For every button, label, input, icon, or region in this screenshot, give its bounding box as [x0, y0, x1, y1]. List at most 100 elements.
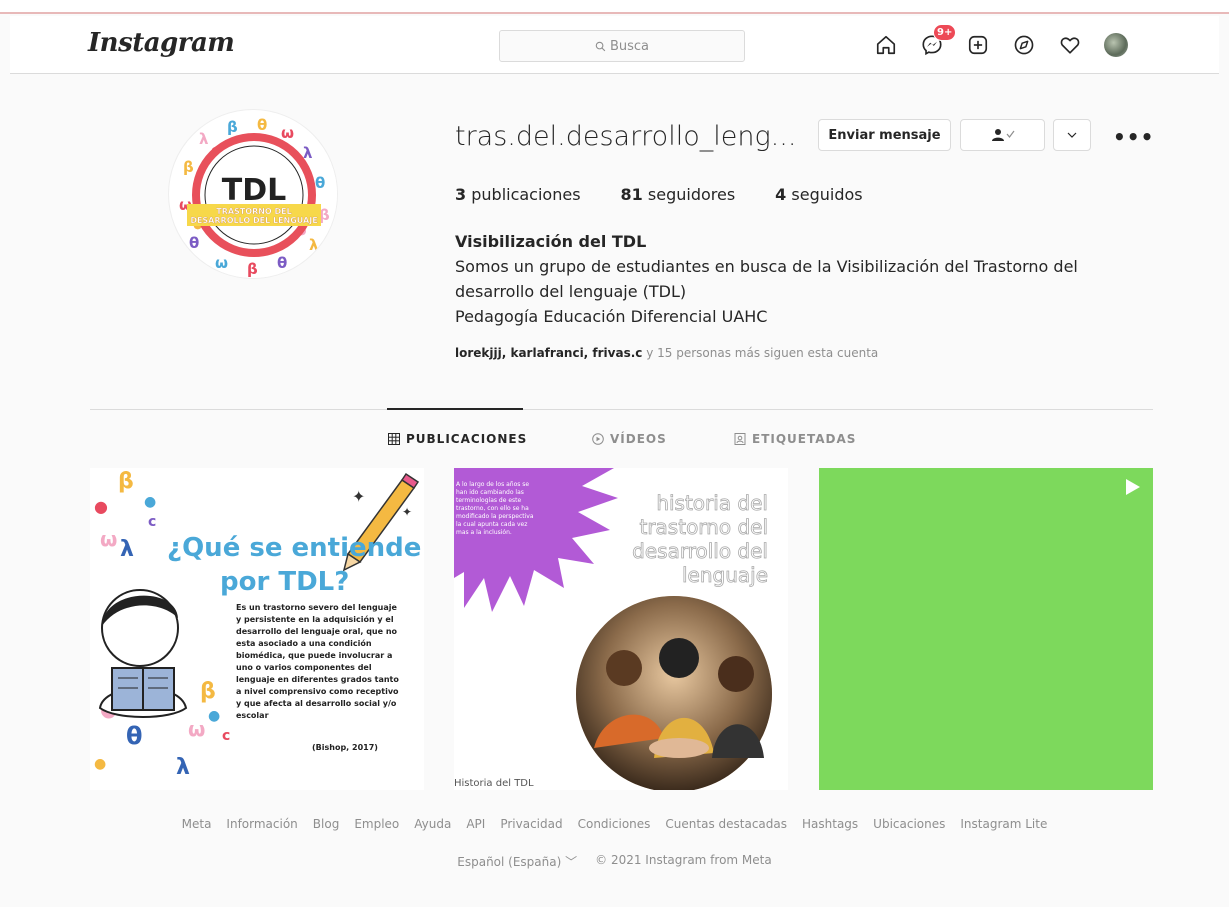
svg-text:β: β: [200, 679, 216, 704]
footer-link-jobs[interactable]: Empleo: [354, 817, 399, 831]
svg-text:y que afecta al desarrollo soc: y que afecta al desarrollo social y/o: [236, 699, 397, 708]
tdl-logo-image: λβ θω λβ θω βθ λω βθ ●● ●● TDL TRASTORNO…: [170, 111, 337, 278]
svg-text:mas a la inclusión.: mas a la inclusión.: [456, 529, 512, 536]
svg-text:lenguaje en diferentes grados: lenguaje en diferentes grados tanto: [236, 675, 399, 684]
footer-link-api[interactable]: API: [466, 817, 485, 831]
footer-link-terms[interactable]: Condiciones: [578, 817, 651, 831]
footer-link-meta[interactable]: Meta: [182, 817, 212, 831]
svg-text:A lo largo de los años se: A lo largo de los años se: [456, 481, 529, 488]
user-avatar[interactable]: [1104, 33, 1128, 57]
svg-text:ω: ω: [281, 124, 294, 142]
svg-text:●: ●: [208, 708, 220, 724]
profile-username: tras.del.desarrollo_leng...: [455, 121, 797, 152]
group-photo: [576, 596, 772, 790]
nav-icons: 9+: [874, 24, 1128, 60]
tabs-divider: [90, 409, 1153, 410]
svg-text:θ: θ: [257, 116, 267, 134]
svg-text:a nivel comprensivo como recep: a nivel comprensivo como receptivo: [236, 687, 399, 696]
active-tab-indicator: [387, 408, 523, 410]
post-thumbnail-video[interactable]: [819, 468, 1153, 790]
svg-text:✦: ✦: [352, 487, 365, 506]
footer-link-lite[interactable]: Instagram Lite: [960, 817, 1047, 831]
footer-link-info[interactable]: Información: [226, 817, 297, 831]
video-play-icon: [1126, 479, 1140, 495]
footer-link-locations[interactable]: Ubicaciones: [873, 817, 945, 831]
post-thumbnail[interactable]: A lo largo de los años se han ido cambia…: [454, 468, 788, 790]
svg-text:uno o varios componentes del: uno o varios componentes del: [236, 663, 372, 672]
more-options-icon[interactable]: •••: [1113, 125, 1154, 149]
svg-text:desarrollo del lenguaje oral,: desarrollo del lenguaje oral, que no: [236, 627, 398, 636]
svg-text:lenguaje: lenguaje: [682, 563, 768, 587]
tagged-icon: [734, 433, 746, 445]
notification-badge: 9+: [933, 24, 957, 41]
svg-text:θ: θ: [315, 174, 325, 192]
post-image-historia-tdl: A lo largo de los años se han ido cambia…: [454, 468, 788, 790]
svg-text:trastorno, con ello se ha: trastorno, con ello se ha: [456, 505, 529, 512]
instagram-logo[interactable]: Instagram: [88, 28, 235, 58]
bio-line: Somos un grupo de estudiantes en busca d…: [455, 257, 1078, 276]
followers-count[interactable]: 81 seguidores: [621, 185, 736, 204]
profile-picture[interactable]: λβ θω λβ θω βθ λω βθ ●● ●● TDL TRASTORNO…: [168, 109, 338, 279]
bio-line: Pedagogía Educación Diferencial UAHC: [455, 307, 768, 326]
home-icon[interactable]: [874, 33, 898, 57]
svg-text:historia del: historia del: [656, 491, 768, 515]
svg-text:ω: ω: [100, 527, 117, 551]
footer-link-blog[interactable]: Blog: [313, 817, 340, 831]
svg-text:esta asociado a una condición: esta asociado a una condición: [236, 638, 372, 648]
profile-tabs: PUBLICACIONES VÍDEOS ETIQUETADAS: [0, 432, 1229, 452]
suggestions-dropdown-button[interactable]: [1053, 119, 1091, 151]
profile-stats: 3 publicaciones 81 seguidores 4 seguidos: [455, 185, 903, 204]
svg-text:ω: ω: [215, 254, 228, 272]
language-selector[interactable]: Español (España) ﹀: [457, 853, 577, 870]
followed-by-users[interactable]: lorekjjj, karlafranci, frivas.c: [455, 346, 642, 360]
svg-text:β: β: [227, 118, 238, 136]
messenger-icon[interactable]: 9+: [920, 24, 957, 57]
search-icon: [595, 41, 606, 51]
svg-text:β: β: [183, 158, 194, 176]
svg-text:β: β: [247, 260, 258, 278]
svg-text:ω: ω: [188, 717, 205, 741]
footer-links: Meta Información Blog Empleo Ayuda API P…: [0, 817, 1229, 831]
svg-text:modificado la perspectiva: modificado la perspectiva: [456, 513, 534, 520]
heart-icon[interactable]: [1058, 33, 1082, 57]
svg-text:θ: θ: [126, 722, 143, 750]
burst-text: A lo largo de los años se han ido cambia…: [456, 481, 534, 536]
bio-name: Visibilización del TDL: [455, 232, 647, 251]
post1-title-line2: por TDL?: [220, 567, 349, 597]
svg-text:●: ●: [94, 497, 108, 516]
footer-link-top-accounts[interactable]: Cuentas destacadas: [665, 817, 787, 831]
pic-ribbon-line2: DESARROLLO DEL LENGUAJE: [190, 216, 317, 225]
followed-by[interactable]: lorekjjj, karlafranci, frivas.c y 15 per…: [455, 346, 878, 360]
explore-icon[interactable]: [1012, 33, 1036, 57]
svg-text:λ: λ: [309, 236, 319, 254]
tab-tagged[interactable]: ETIQUETADAS: [734, 432, 856, 446]
svg-text:●: ●: [94, 756, 106, 772]
svg-text:la cual apunta cada vez: la cual apunta cada vez: [456, 521, 527, 528]
tab-videos[interactable]: VÍDEOS: [592, 432, 667, 446]
search-placeholder: Busca: [609, 38, 650, 54]
footer-link-hashtags[interactable]: Hashtags: [802, 817, 858, 831]
footer-link-privacy[interactable]: Privacidad: [500, 817, 562, 831]
search-input[interactable]: Busca: [499, 30, 745, 62]
svg-text:λ: λ: [176, 755, 190, 780]
chevron-down-icon: ﹀: [565, 855, 578, 869]
following-button[interactable]: [960, 119, 1045, 151]
svg-text:✦: ✦: [402, 505, 412, 519]
svg-text:c: c: [222, 728, 230, 744]
post2-caption: Historia del TDL: [454, 778, 534, 789]
following-count[interactable]: 4 seguidos: [775, 185, 862, 204]
svg-text:escolar: escolar: [236, 711, 269, 720]
new-post-icon[interactable]: [966, 33, 990, 57]
send-message-button[interactable]: Enviar mensaje: [818, 119, 951, 151]
post1-citation: (Bishop, 2017): [312, 743, 378, 752]
footer-link-help[interactable]: Ayuda: [414, 817, 451, 831]
profile-bio: Visibilización del TDL Somos un grupo de…: [455, 229, 1115, 329]
posts-count[interactable]: 3 publicaciones: [455, 185, 581, 204]
post-image-que-es-tdl: β ● ● ω c λ β ● θ ω ● λ ● c ✦✦ ¿Qué se e…: [90, 468, 424, 790]
tab-posts[interactable]: PUBLICACIONES: [388, 432, 527, 446]
browser-strip: [0, 0, 1229, 14]
grid-icon: [388, 433, 400, 445]
svg-text:λ: λ: [120, 537, 134, 562]
post-thumbnail[interactable]: β ● ● ω c λ β ● θ ω ● λ ● c ✦✦ ¿Qué se e…: [90, 468, 424, 790]
user-check-icon: [991, 129, 1014, 141]
